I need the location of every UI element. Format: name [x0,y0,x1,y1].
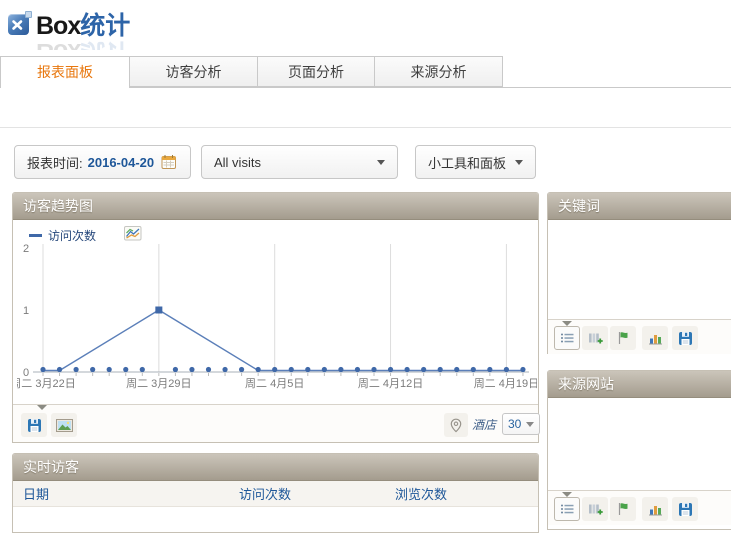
column-header-visits[interactable]: 访问次数 [239,484,395,503]
bar-chart-view-icon[interactable] [642,326,668,350]
tab-dashboard[interactable]: 报表面板 [0,56,130,88]
visitor-trend-panel: 访客趋势图 访问次数 周二 3月22日周二 3月29日周二 4月5日周二 4月1… [12,192,539,443]
export-icon[interactable] [672,497,698,521]
all-columns-view-icon[interactable] [582,497,608,521]
export-data-icon[interactable] [21,413,47,437]
visitor-trend-panel-title[interactable]: 访客趋势图 [13,193,538,220]
svg-text:2: 2 [23,243,29,255]
realtime-table-header: 日期 访问次数 浏览次数 [13,481,538,507]
tab-referrers[interactable]: 来源分析 [374,56,503,87]
svg-text:周二 4月5日: 周二 4月5日 [245,377,304,390]
svg-text:周二 4月12日: 周二 4月12日 [358,377,423,390]
chevron-down-icon [515,160,523,165]
visitor-trend-chart: 访问次数 周二 3月22日周二 3月29日周二 4月5日周二 4月12日周二 4… [13,220,538,406]
report-date-label: 报表时间: [27,153,83,172]
app-title: Box统计 [36,6,130,42]
referrer-websites-panel: 来源网站 [547,370,731,530]
trend-panel-footer: 酒店 30 [13,404,538,442]
table-view-icon[interactable] [554,497,580,521]
widgets-button-label: 小工具和面板 [428,153,506,172]
referrers-panel-body [548,398,731,490]
table-view-icon[interactable] [554,326,580,350]
svg-text:周二 4月19日: 周二 4月19日 [474,377,537,390]
goals-view-icon[interactable] [610,497,636,521]
column-header-pageviews[interactable]: 浏览次数 [395,484,447,503]
segment-selector[interactable]: All visits [201,145,398,179]
collapse-arrow-icon[interactable] [37,405,47,410]
report-date-value: 2016-04-20 [88,155,155,170]
referrers-panel-title[interactable]: 来源网站 [548,371,731,398]
section-divider [0,127,731,128]
bar-chart-view-icon[interactable] [642,497,668,521]
export-icon[interactable] [672,326,698,350]
keywords-panel: 关键词 [547,192,731,354]
box-logo-icon [8,14,29,35]
keywords-panel-footer [548,319,731,354]
svg-text:周二 3月29日: 周二 3月29日 [126,377,191,390]
trend-line-chart-svg[interactable]: 周二 3月22日周二 3月29日周二 4月5日周二 4月12日周二 4月19日0… [17,230,537,400]
segment-selector-value: All visits [214,155,261,170]
calendar-icon [161,154,177,170]
widgets-and-dashboard-button[interactable]: 小工具和面板 [415,145,536,179]
keywords-panel-title[interactable]: 关键词 [548,193,731,220]
row-limit-select[interactable]: 30 [502,413,540,435]
goals-view-icon[interactable] [610,326,636,350]
realtime-panel-title[interactable]: 实时访客 [13,454,538,481]
svg-text:1: 1 [23,305,29,317]
annotation-site-label[interactable]: 酒店 [472,416,496,433]
keywords-panel-body [548,220,731,319]
report-date-button[interactable]: 报表时间: 2016-04-20 [14,145,191,179]
column-header-date[interactable]: 日期 [13,484,239,503]
app-logo[interactable]: Box统计 [8,6,130,42]
tab-pages[interactable]: 页面分析 [257,56,375,87]
svg-text:0: 0 [23,367,29,379]
row-limit-value: 30 [508,417,521,431]
chevron-down-icon [377,160,385,165]
annotations-pin-icon[interactable] [444,413,468,437]
tab-visitors[interactable]: 访客分析 [129,56,258,87]
export-image-icon[interactable] [51,413,77,437]
logo-corner-decoration [25,11,32,18]
chevron-down-icon [526,422,534,427]
realtime-visitors-panel: 实时访客 日期 访问次数 浏览次数 [12,453,539,533]
all-columns-view-icon[interactable] [582,326,608,350]
